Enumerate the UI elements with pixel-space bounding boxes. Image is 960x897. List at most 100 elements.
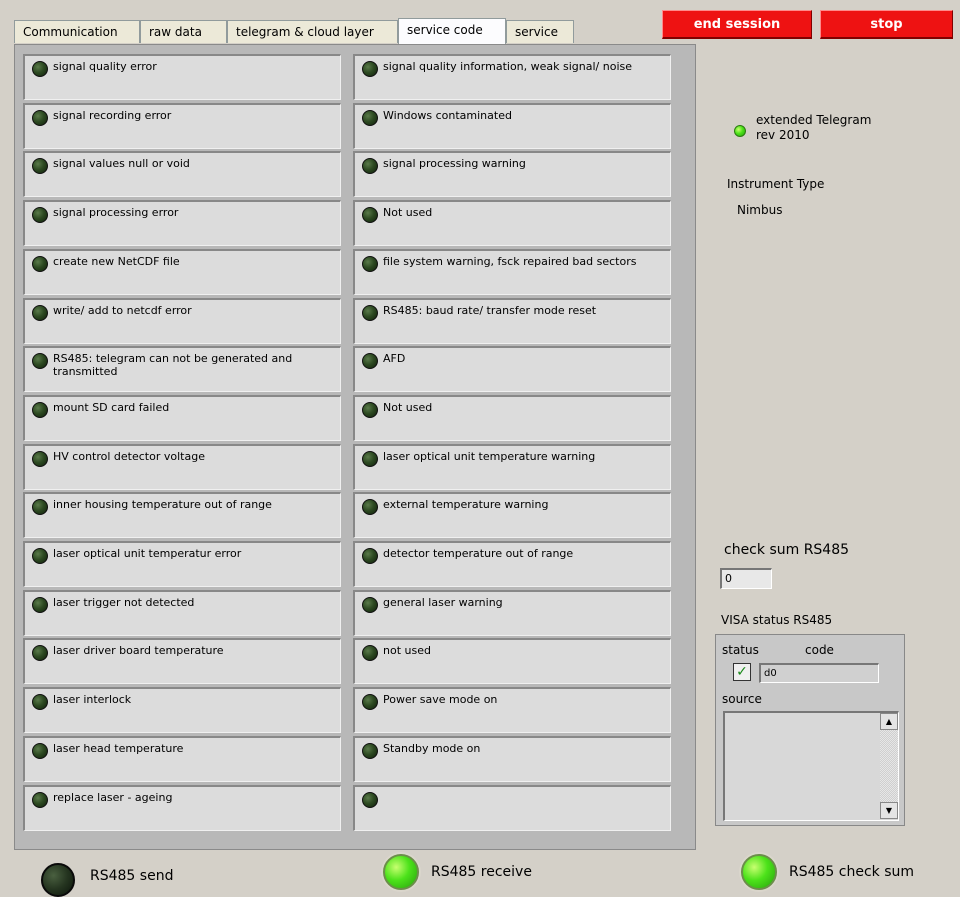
status-led [32, 791, 48, 808]
status-indicator: signal quality information, weak signal/… [353, 54, 671, 100]
status-indicator: detector temperature out of range [353, 541, 671, 587]
status-bar: RS485 send RS485 receive RS485 check sum [0, 850, 960, 897]
status-indicator: RS485: baud rate/ transfer mode reset [353, 297, 671, 344]
scroll-up-icon[interactable]: ▲ [880, 713, 898, 730]
status-indicator: signal quality error [23, 54, 341, 100]
status-indicator: HV control detector voltage [23, 443, 341, 490]
tab-raw-data[interactable]: raw data [140, 20, 227, 43]
status-led [362, 645, 378, 662]
rs485-send-label: RS485 send [90, 868, 174, 884]
status-label: Power save mode on [383, 693, 498, 707]
status-led [32, 499, 48, 516]
status-indicator: inner housing temperature out of range [23, 492, 341, 539]
stop-button[interactable]: stop [820, 10, 953, 39]
status-indicator: write/ add to netcdf error [23, 297, 341, 344]
status-label: laser optical unit temperature warning [383, 449, 596, 463]
status-led [362, 401, 378, 418]
status-led [362, 109, 378, 126]
status-led [362, 353, 378, 370]
status-indicator: AFD [353, 346, 671, 393]
status-led [362, 742, 378, 759]
status-indicator: laser trigger not detected [23, 589, 341, 636]
status-led [362, 548, 378, 564]
status-label: RS485: telegram can not be generated and… [53, 352, 293, 379]
visa-code-label: code [805, 643, 834, 657]
extended-telegram-led [734, 125, 746, 137]
status-label: detector temperature out of range [383, 547, 574, 560]
status-label: signal recording error [53, 108, 172, 122]
visa-code-field[interactable]: d0 [759, 663, 879, 683]
status-label: laser trigger not detected [53, 595, 195, 609]
status-indicator: laser optical unit temperatur error [23, 541, 341, 587]
visa-source-textbox[interactable]: ▲ ▼ [723, 711, 899, 821]
status-label: Windows contaminated [383, 108, 512, 122]
status-led [32, 401, 48, 418]
status-indicator: file system warning, fsck repaired bad s… [353, 248, 671, 295]
tab-communication[interactable]: Communication [14, 20, 140, 43]
status-label: laser driver board temperature [53, 644, 224, 658]
status-led [32, 450, 48, 467]
end-session-button[interactable]: end session [662, 10, 812, 39]
status-led [32, 694, 48, 711]
status-label: replace laser - ageing [53, 790, 173, 804]
status-indicator: general laser warning [353, 589, 671, 636]
status-led [32, 158, 48, 175]
status-led [362, 207, 378, 224]
instrument-type-label: Instrument Type [727, 177, 825, 191]
status-label: file system warning, fsck repaired bad s… [383, 254, 637, 268]
tab-service-code[interactable]: service code [398, 18, 506, 44]
rs485-receive-label: RS485 receive [431, 864, 532, 880]
status-indicator: external temperature warning [353, 492, 671, 539]
checksum-rs485-value[interactable]: 0 [720, 568, 772, 589]
status-label: not used [383, 644, 431, 658]
status-label: signal quality information, weak signal/… [383, 60, 633, 73]
status-label: RS485: baud rate/ transfer mode reset [383, 303, 597, 317]
status-led [32, 61, 48, 77]
status-led [362, 596, 378, 613]
status-indicator: Standby mode on [353, 735, 671, 782]
status-label: HV control detector voltage [53, 449, 205, 463]
status-led [362, 61, 378, 77]
status-led [362, 450, 378, 467]
status-indicator: Power save mode on [353, 687, 671, 734]
status-indicator: signal processing warning [353, 151, 671, 198]
status-indicator [353, 784, 671, 831]
status-led [32, 109, 48, 126]
status-indicator: mount SD card failed [23, 394, 341, 441]
status-led [32, 742, 48, 759]
status-indicator: laser head temperature [23, 735, 341, 782]
right-panel: extended Telegram rev 2010 Instrument Ty… [698, 44, 960, 850]
source-scrollbar[interactable]: ▲ ▼ [880, 713, 898, 819]
visa-status-text: status [722, 643, 759, 657]
tab-telegram-cloud-layer[interactable]: telegram & cloud layer [227, 20, 398, 43]
instrument-type-value: Nimbus [737, 203, 783, 217]
status-indicator: Not used [353, 394, 671, 441]
status-check-icon[interactable]: ✓ [733, 663, 751, 681]
visa-code-value: 0 [770, 668, 777, 679]
visa-status-label: VISA status RS485 [721, 613, 833, 627]
status-label: general laser warning [383, 595, 503, 609]
status-led [32, 255, 48, 272]
checksum-rs485-label: check sum RS485 [724, 542, 850, 558]
tab-service[interactable]: service [506, 20, 574, 43]
status-indicator: replace laser - ageing [23, 784, 341, 831]
status-led [32, 353, 48, 370]
status-indicator: create new NetCDF file [23, 248, 341, 295]
scroll-down-icon[interactable]: ▼ [880, 802, 898, 819]
status-led [362, 694, 378, 711]
status-label: create new NetCDF file [53, 254, 180, 268]
status-indicator: laser optical unit temperature warning [353, 443, 671, 490]
status-indicator: signal recording error [23, 102, 341, 149]
status-label: signal processing warning [383, 157, 526, 171]
status-led [32, 207, 48, 224]
rs485-checksum-label: RS485 check sum [789, 864, 915, 880]
status-label: laser optical unit temperatur error [53, 547, 242, 560]
status-led [362, 791, 378, 808]
status-led [32, 304, 48, 321]
status-led [362, 158, 378, 175]
status-indicator: Windows contaminated [353, 102, 671, 149]
status-label: Not used [383, 206, 433, 220]
status-label: laser interlock [53, 693, 132, 707]
extended-telegram-rev: rev 2010 [756, 128, 810, 142]
rs485-send-led [41, 863, 75, 897]
